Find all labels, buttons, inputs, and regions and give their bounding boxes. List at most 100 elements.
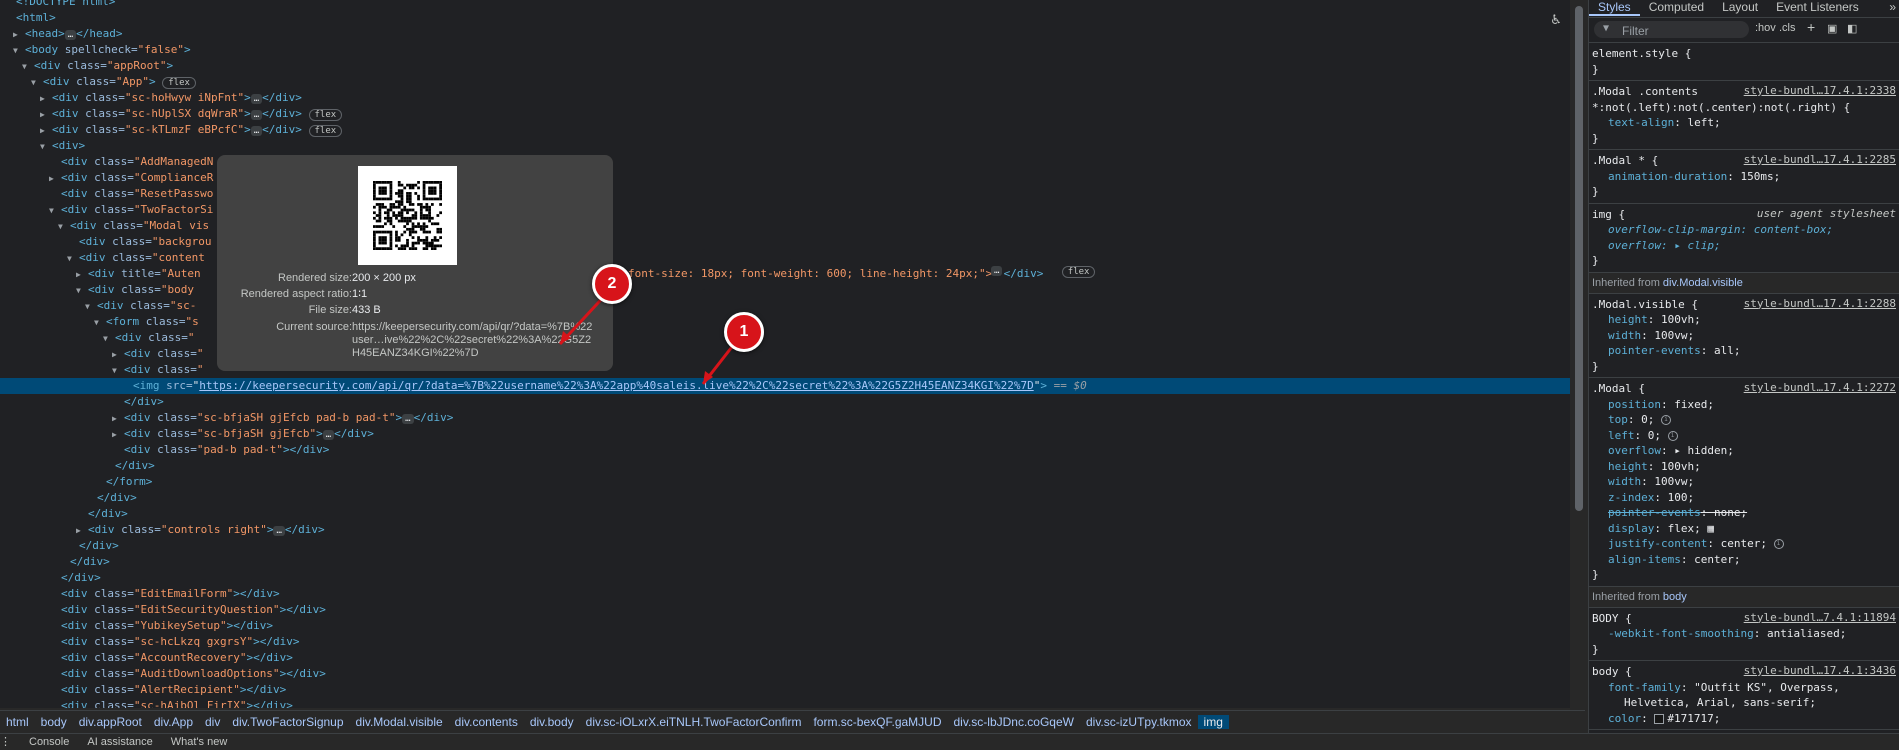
breadcrumb-item[interactable]: div.body: [524, 715, 580, 729]
dom-node-row[interactable]: </div>: [0, 458, 155, 474]
tab-computed[interactable]: Computed: [1640, 0, 1713, 14]
style-property[interactable]: overflow-clip-margin: content-box;: [1592, 222, 1896, 238]
expand-arrow-icon[interactable]: ▶: [76, 523, 88, 539]
breadcrumb-item[interactable]: html: [0, 715, 35, 729]
tab-event-listeners[interactable]: Event Listeners: [1767, 0, 1868, 14]
property-name: position: [1608, 397, 1661, 411]
drawer-tab[interactable]: Console: [29, 736, 69, 748]
color-swatch[interactable]: [1654, 713, 1665, 724]
style-property[interactable]: align-items: center;: [1592, 552, 1896, 568]
style-property[interactable]: height: 100vh;: [1592, 459, 1896, 475]
tab-styles[interactable]: Styles: [1589, 0, 1640, 16]
chevron-right-icon[interactable]: »: [1889, 0, 1896, 14]
expand-arrow-icon[interactable]: ▶: [112, 411, 124, 427]
breadcrumb-item[interactable]: div.TwoFactorSignup: [226, 715, 349, 729]
inherited-label: Inherited from: [1592, 590, 1663, 603]
style-property[interactable]: width: 100vw;: [1592, 328, 1896, 344]
style-property[interactable]: height: 100vh;: [1592, 312, 1896, 328]
breadcrumb-item[interactable]: div: [199, 715, 226, 729]
dom-node-row[interactable]: </div>: [0, 554, 110, 570]
tag-name: <div: [124, 427, 151, 440]
drawer-menu-icon[interactable]: ⋮: [0, 736, 11, 748]
breadcrumb-item[interactable]: div.sc-izUTpy.tkmox: [1080, 715, 1198, 729]
dom-node-row[interactable]: ▶ <div class="sc-bfjaSH gjEfcb pad-b pad-…: [0, 410, 453, 426]
rule-source-link[interactable]: style-bundl…17.4.1:2272: [1744, 381, 1896, 394]
dom-node-row[interactable]: <div class="AuditDownloadOptions"></div>: [0, 666, 326, 682]
dom-node-row[interactable]: <div class="YubikeySetup"></div>: [0, 618, 273, 634]
style-property[interactable]: text-align: left;: [1592, 115, 1896, 131]
info-icon[interactable]: i: [1661, 415, 1671, 425]
dom-node-row[interactable]: <div class="AlertRecipient"></div>: [0, 682, 286, 698]
style-property[interactable]: left: 0; i: [1592, 428, 1896, 444]
new-rule-icon[interactable]: +: [1807, 19, 1815, 35]
rule-source-link[interactable]: style-bundl…17.4.1:2288: [1744, 297, 1896, 310]
styles-filter-input[interactable]: [1620, 22, 1749, 39]
style-property[interactable]: overflow: ▸ clip;: [1592, 238, 1896, 254]
dom-node-row[interactable]: </div>: [0, 506, 128, 522]
breadcrumb-item[interactable]: form.sc-bexQF.gaMJUD: [807, 715, 947, 729]
info-icon[interactable]: i: [1667, 430, 1678, 441]
style-property[interactable]: Helvetica, Arial, sans-serif;: [1592, 695, 1896, 711]
ellipsis-button[interactable]: …: [273, 526, 285, 536]
style-property[interactable]: display: flex; ▦: [1592, 521, 1896, 537]
tab-layout[interactable]: Layout: [1713, 0, 1767, 14]
attr-name: class=: [114, 523, 161, 536]
style-property[interactable]: z-index: 100;: [1592, 490, 1896, 506]
breadcrumb-item[interactable]: div.sc-lbJDnc.coGqeW: [948, 715, 1080, 729]
dom-node-row[interactable]: <div class="EditSecurityQuestion"></div>: [0, 602, 326, 618]
breadcrumb-item[interactable]: div.sc-iOLxrX.eiTNLH.TwoFactorConfirm: [580, 715, 808, 729]
style-property[interactable]: pointer-events: none;: [1592, 505, 1896, 521]
style-property[interactable]: top: 0; i: [1592, 412, 1896, 428]
style-property[interactable]: pointer-events: all;: [1592, 343, 1896, 359]
style-property[interactable]: font-family: "Outfit KS", Overpass,: [1592, 680, 1896, 696]
expand-arrow-icon[interactable]: ▶: [112, 427, 124, 443]
breadcrumb-item[interactable]: div.Modal.visible: [350, 715, 449, 729]
ellipsis-button[interactable]: …: [322, 430, 335, 440]
rule-source-link[interactable]: style-bundl…17.4.1:3436: [1744, 664, 1896, 677]
style-property[interactable]: animation-duration: 150ms;: [1592, 169, 1896, 185]
inherited-label: Inherited from: [1592, 276, 1663, 289]
rule-source-link[interactable]: style-bundl…17.4.1:2285: [1744, 153, 1896, 166]
dom-node-row[interactable]: ▶ <div class="controls right">… </div>: [0, 522, 325, 538]
dom-node-row[interactable]: <div class="AccountRecovery"></div>: [0, 650, 293, 666]
dom-node-row[interactable]: <div class="EditEmailForm"></div>: [0, 586, 280, 602]
styles-filter-row: ▼ :hov .cls + ▣ ◧: [1589, 18, 1899, 43]
style-property[interactable]: justify-content: center; i: [1592, 536, 1896, 552]
style-property[interactable]: position: fixed;: [1592, 397, 1896, 413]
inherited-selector[interactable]: body: [1663, 591, 1687, 603]
breadcrumb-item[interactable]: img: [1197, 715, 1229, 729]
dom-node-row[interactable]: </form>: [0, 474, 152, 490]
dom-node-row[interactable]: <div class="pad-b pad-t"></div>: [0, 442, 329, 458]
dom-node-row[interactable]: <div class="sc-hcLkzq gxgrsY"></div>: [0, 634, 299, 650]
style-property[interactable]: overflow: ▸ hidden;: [1592, 443, 1896, 459]
style-property[interactable]: -webkit-font-smoothing: antialiased;: [1592, 626, 1896, 642]
dom-node-row[interactable]: </div>: [0, 538, 119, 554]
ellipsis-button[interactable]: …: [402, 414, 414, 424]
drawer-tab[interactable]: What's new: [171, 736, 228, 748]
drawer-tab[interactable]: AI assistance: [87, 736, 152, 748]
paint-icon[interactable]: ▣: [1827, 22, 1837, 35]
style-property[interactable]: color: #171717;: [1592, 711, 1896, 727]
inherited-selector[interactable]: div.Modal.visible: [1663, 277, 1743, 289]
property-name: overflow: [1608, 444, 1661, 457]
rule-source-link[interactable]: style-bundl…17.4.1:2338: [1744, 84, 1896, 97]
sidebar-toggle-icon[interactable]: ◧: [1847, 22, 1857, 35]
attr-value: "YubikeySetup": [133, 619, 227, 632]
closing-tag: </div>: [259, 635, 300, 648]
breadcrumb-item[interactable]: body: [35, 715, 73, 729]
dom-node-row[interactable]: </div>: [0, 490, 137, 506]
dom-node-row[interactable]: </div>: [0, 570, 101, 586]
breadcrumb-item[interactable]: div.appRoot: [73, 715, 148, 729]
elements-scrollbar[interactable]: [1575, 6, 1583, 511]
info-icon[interactable]: i: [1773, 539, 1784, 549]
closing-tag: </div>: [253, 651, 293, 664]
breadcrumb-item[interactable]: div.App: [148, 715, 199, 729]
dom-node-row[interactable]: ▶ <div class="sc-bfjaSH gjEfcb">… </div>: [0, 426, 374, 442]
style-property[interactable]: width: 100vw;: [1592, 474, 1896, 490]
dom-node-row[interactable]: <div class="sc-hAjbQl FirIX"></div>: [0, 698, 293, 708]
breadcrumb-item[interactable]: div.contents: [449, 715, 524, 729]
hov-toggle[interactable]: :hov: [1755, 22, 1776, 34]
rule-source-link[interactable]: style-bundl…7.4.1:11894: [1744, 611, 1896, 624]
cls-toggle[interactable]: .cls: [1779, 22, 1796, 34]
flex-editor-icon[interactable]: ▦: [1707, 522, 1714, 535]
